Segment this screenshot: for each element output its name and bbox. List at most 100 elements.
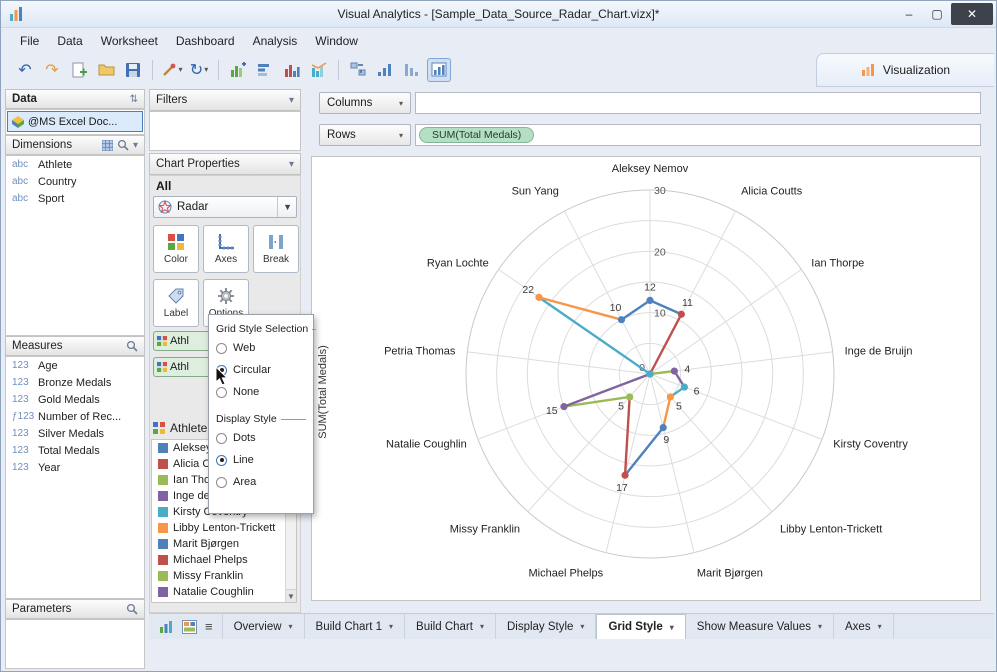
columns-shelf-field[interactable] <box>415 92 981 114</box>
data-point[interactable] <box>678 311 685 318</box>
sort-fields-icon[interactable]: ⇅ <box>130 94 138 105</box>
data-point[interactable] <box>621 472 628 479</box>
dimension-field-item[interactable]: abcCountry <box>6 173 144 190</box>
filters-shelf[interactable] <box>149 111 301 151</box>
display-style-dots-radio[interactable]: Dots <box>216 427 306 449</box>
measure-field-item[interactable]: 123Silver Medals <box>6 425 144 442</box>
maximize-button[interactable]: ▢ <box>923 3 951 25</box>
dimension-field-item[interactable]: abcSport <box>6 190 144 207</box>
data-point[interactable] <box>667 393 674 400</box>
add-columns-chart-button[interactable] <box>226 58 250 82</box>
dimensions-menu-icon[interactable]: ▾ <box>133 140 138 151</box>
data-point[interactable] <box>681 383 688 390</box>
refresh-button[interactable]: ↻▾ <box>187 58 211 82</box>
table-grid-icon[interactable] <box>102 140 113 151</box>
sort-ascending-button[interactable] <box>373 58 397 82</box>
undo-button[interactable]: ↶ <box>13 58 37 82</box>
rows-shelf-field[interactable]: SUM(Total Medals) <box>415 124 981 146</box>
tab-show-measure-values[interactable]: Show Measure Values▾ <box>686 614 834 639</box>
minimize-button[interactable]: – <box>895 3 923 25</box>
tab-grid-style[interactable]: Grid Style▾ <box>596 614 685 639</box>
sheet-list-icon[interactable]: ≡ <box>205 619 212 634</box>
swap-axes-button[interactable] <box>346 58 370 82</box>
svg-text:Libby Lenton-Trickett: Libby Lenton-Trickett <box>780 524 882 536</box>
data-point[interactable] <box>671 367 678 374</box>
measure-field-item[interactable]: 123Total Medals <box>6 442 144 459</box>
data-point[interactable] <box>626 393 633 400</box>
measure-field-item[interactable]: ƒ123Number of Rec... <box>6 408 144 425</box>
data-source-item[interactable]: @MS Excel Doc... <box>7 111 143 132</box>
chart-canvas[interactable]: 0102030Aleksey NemovAlicia CouttsIan Tho… <box>311 156 981 601</box>
dimension-field-item[interactable]: abcAthlete <box>6 156 144 173</box>
label-button[interactable]: Label <box>153 279 199 327</box>
grid-style-circular-radio[interactable]: Circular <box>216 359 306 381</box>
display-style-options: DotsLineArea <box>216 427 306 493</box>
collapse-icon[interactable]: ▾ <box>289 95 294 106</box>
open-file-button[interactable] <box>94 58 118 82</box>
menu-dashboard[interactable]: Dashboard <box>167 31 244 51</box>
design-wand-button[interactable]: ▾ <box>160 58 184 82</box>
svg-text:Inge de Bruijn: Inge de Bruijn <box>845 345 913 357</box>
columns-shelf-label[interactable]: Columns ▾ <box>319 92 411 114</box>
data-point[interactable] <box>535 294 542 301</box>
sort-descending-button[interactable] <box>400 58 424 82</box>
field-type-icon: abc <box>12 176 38 187</box>
data-point[interactable] <box>646 370 653 377</box>
athlete-binding-pill[interactable]: Athl <box>153 357 211 377</box>
close-button[interactable]: ✕ <box>951 3 993 25</box>
visualization-tab[interactable]: Visualization <box>816 53 994 87</box>
search-icon[interactable] <box>117 139 129 151</box>
tab-build-chart[interactable]: Build Chart▾ <box>405 614 496 639</box>
legend-item[interactable]: Michael Phelps <box>152 552 296 568</box>
menu-window[interactable]: Window <box>306 31 367 51</box>
new-worksheet-icon[interactable] <box>159 620 174 634</box>
gear-icon <box>217 287 235 305</box>
chart-properties-header[interactable]: Chart Properties ▾ <box>149 153 301 175</box>
break-button[interactable]: Break <box>253 225 299 273</box>
filters-header[interactable]: Filters ▾ <box>149 89 301 111</box>
combo-chart-button[interactable] <box>307 58 331 82</box>
rows-shelf-label[interactable]: Rows ▾ <box>319 124 411 146</box>
legend-item[interactable]: Libby Lenton-Trickett <box>152 520 296 536</box>
data-point[interactable] <box>660 424 667 431</box>
search-icon[interactable] <box>126 340 138 352</box>
display-style-line-radio[interactable]: Line <box>216 449 306 471</box>
grid-style-web-radio[interactable]: Web <box>216 337 306 359</box>
scrollbar-down-icon[interactable]: ▼ <box>286 589 296 602</box>
tab-axes[interactable]: Axes▾ <box>834 614 894 639</box>
menu-worksheet[interactable]: Worksheet <box>92 31 167 51</box>
grid-toggle-button[interactable] <box>427 58 451 82</box>
measure-field-item[interactable]: 123Gold Medals <box>6 391 144 408</box>
legend-item[interactable]: Marit Bjørgen <box>152 536 296 552</box>
data-header-label: Data <box>12 93 37 105</box>
dual-chart-button[interactable] <box>280 58 304 82</box>
data-point[interactable] <box>646 297 653 304</box>
data-point[interactable] <box>560 403 567 410</box>
menu-data[interactable]: Data <box>48 31 91 51</box>
redo-button[interactable]: ↷ <box>40 58 64 82</box>
collapse-icon[interactable]: ▾ <box>289 159 294 170</box>
tab-build-chart-1[interactable]: Build Chart 1▾ <box>305 614 406 639</box>
menu-analysis[interactable]: Analysis <box>244 31 307 51</box>
athlete-binding-pill[interactable]: Athl <box>153 331 211 351</box>
legend-item[interactable]: Missy Franklin <box>152 568 296 584</box>
add-rows-chart-button[interactable] <box>253 58 277 82</box>
measure-field-item[interactable]: 123Year <box>6 459 144 476</box>
data-point[interactable] <box>618 316 625 323</box>
display-style-area-radio[interactable]: Area <box>216 471 306 493</box>
rows-pill[interactable]: SUM(Total Medals) <box>419 127 534 143</box>
new-file-button[interactable] <box>67 58 91 82</box>
legend-item[interactable]: Natalie Coughlin <box>152 584 296 600</box>
axes-button[interactable]: Axes <box>203 225 249 273</box>
chart-type-select[interactable]: Radar ▼ <box>153 196 297 218</box>
color-button[interactable]: Color <box>153 225 199 273</box>
new-dashboard-icon[interactable] <box>182 620 197 634</box>
grid-style-none-radio[interactable]: None <box>216 381 306 403</box>
measure-field-item[interactable]: 123Age <box>6 357 144 374</box>
tab-overview[interactable]: Overview▾ <box>223 614 305 639</box>
save-button[interactable] <box>121 58 145 82</box>
tab-display-style[interactable]: Display Style▾ <box>496 614 596 639</box>
search-icon[interactable] <box>126 603 138 615</box>
menu-file[interactable]: File <box>11 31 48 51</box>
measure-field-item[interactable]: 123Bronze Medals <box>6 374 144 391</box>
